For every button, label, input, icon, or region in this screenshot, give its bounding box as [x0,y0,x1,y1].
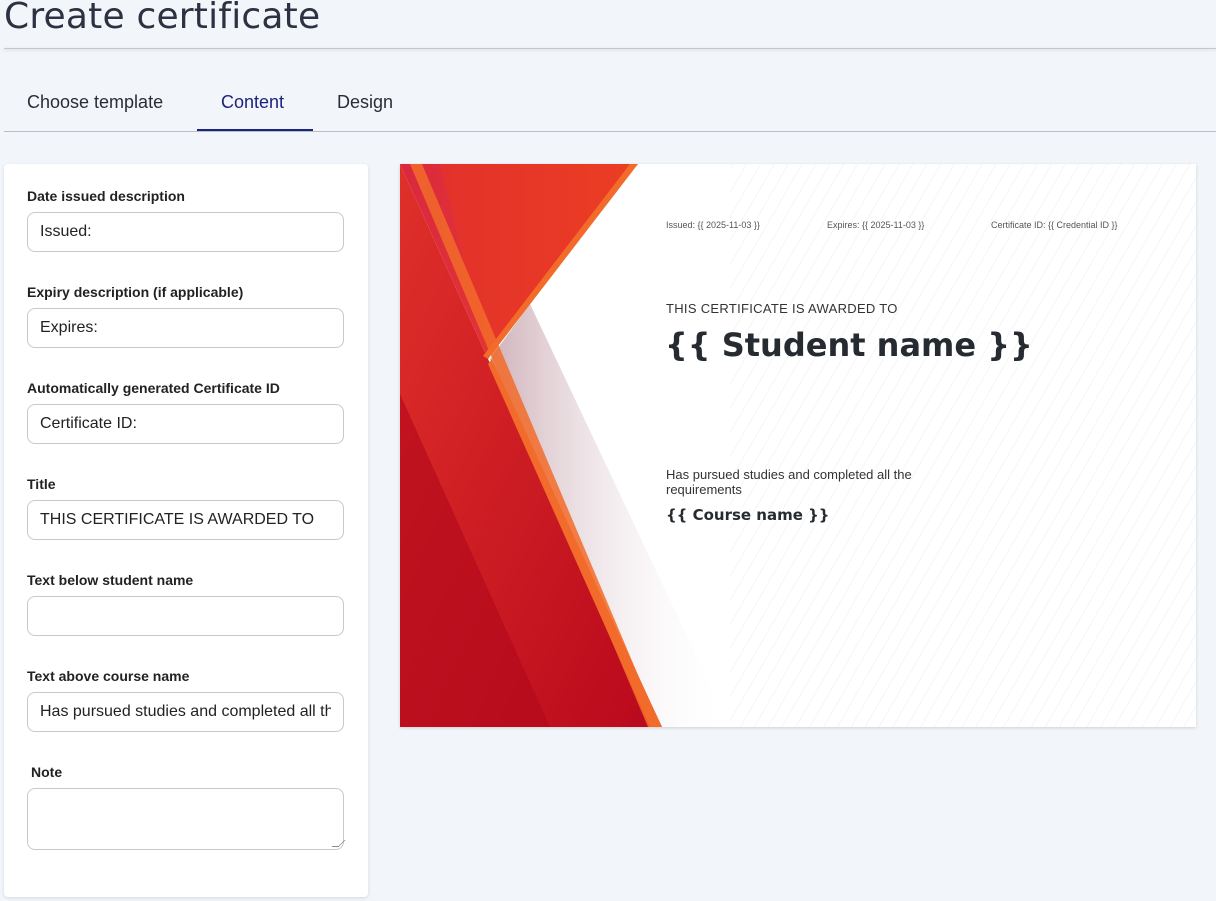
issued-text: Issued: {{ 2025-11-03 }} [666,220,760,230]
tab-choose-template[interactable]: Choose template [27,92,163,113]
tabs-divider [4,131,1216,132]
note-textarea[interactable] [27,788,344,850]
active-tab-indicator [197,129,313,131]
content-form-panel: Date issued description Expiry descripti… [4,164,368,897]
certificate-id-text: Certificate ID: {{ Credential ID }} [991,220,1118,230]
certificate-id-label: Automatically generated Certificate ID [27,380,280,396]
certificate-background-art [400,164,1196,727]
page-title: Create certificate [4,0,321,37]
expiry-label: Expiry description (if applicable) [27,284,244,300]
tab-content[interactable]: Content [221,92,284,113]
title-label: Title [27,476,56,492]
tab-bar: Choose template Content Design [4,80,1216,132]
page-header: Create certificate [0,0,1216,49]
date-issued-input[interactable] [27,212,344,252]
below-student-label: Text below student name [27,572,194,588]
title-input[interactable] [27,500,344,540]
above-course-text: Has pursued studies and completed all th… [666,467,912,497]
certificate-title: THIS CERTIFICATE IS AWARDED TO [666,301,898,316]
expiry-input[interactable] [27,308,344,348]
above-course-input[interactable] [27,692,344,732]
date-issued-label: Date issued description [27,188,185,204]
tab-design[interactable]: Design [337,92,393,113]
below-student-input[interactable] [27,596,344,636]
expires-text: Expires: {{ 2025-11-03 }} [827,220,925,230]
certificate-preview: Issued: {{ 2025-11-03 }} Expires: {{ 202… [400,164,1196,727]
note-label: Note [31,764,63,780]
header-divider [4,48,1216,49]
student-name: {{ Student name }} [665,326,1033,364]
above-course-label: Text above course name [27,668,190,684]
course-name: {{ Course name }} [666,506,830,524]
certificate-id-input[interactable] [27,404,344,444]
